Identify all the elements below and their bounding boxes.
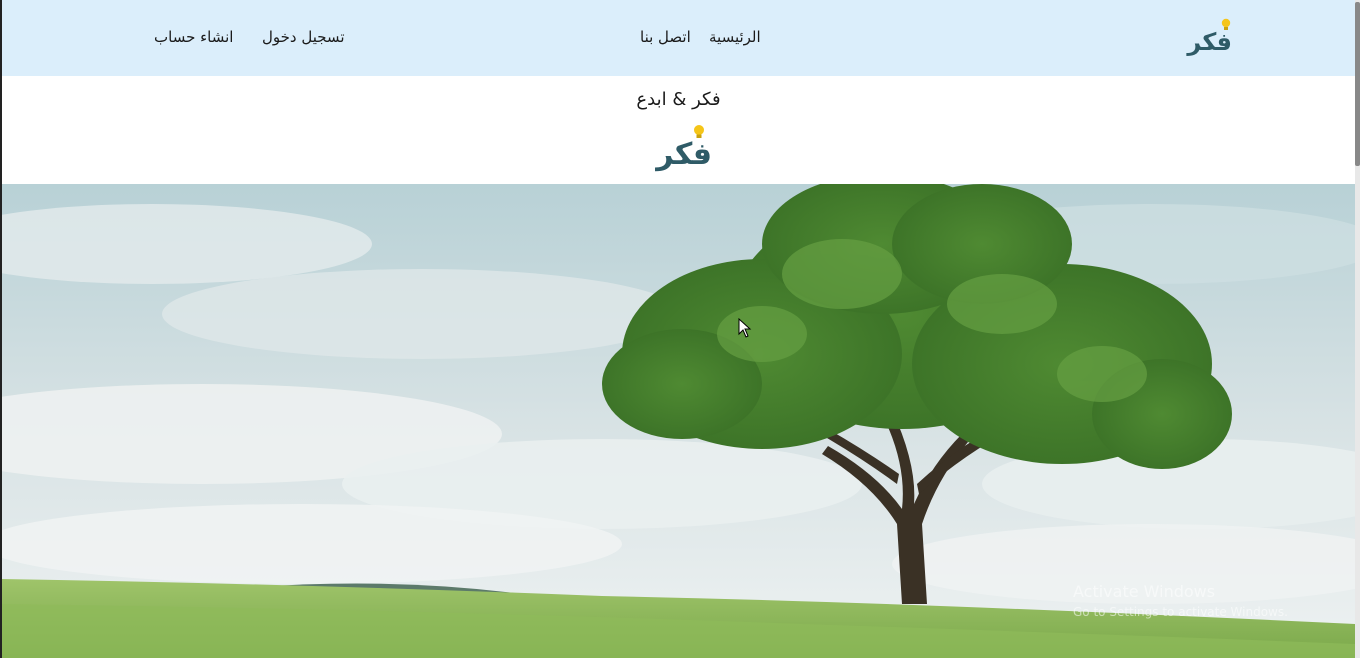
brand-logo[interactable]: فكر [1187, 18, 1232, 54]
brand-name: فكر [1187, 28, 1232, 56]
nav-register-link[interactable]: انشاء حساب [154, 28, 233, 46]
center-logo: فكر [652, 124, 712, 170]
hero-header: فكر & ابدع فكر [2, 76, 1355, 184]
center-logo-text: فكر [656, 137, 712, 172]
scrollbar-thumb[interactable] [1355, 2, 1360, 166]
navbar: فكر الرئيسية اتصل بنا تسجيل دخول انشاء ح… [2, 0, 1355, 76]
mouse-cursor-icon [738, 318, 752, 338]
nav-home-link[interactable]: الرئيسية [709, 28, 761, 46]
page-viewport: فكر الرئيسية اتصل بنا تسجيل دخول انشاء ح… [2, 0, 1355, 658]
tagline: فكر & ابدع [636, 89, 721, 110]
nav-login-link[interactable]: تسجيل دخول [262, 28, 345, 46]
scrollbar[interactable] [1355, 0, 1360, 658]
hero-image [2, 184, 1355, 658]
nav-contact-link[interactable]: اتصل بنا [640, 28, 691, 46]
tree-landscape-image [2, 184, 1355, 658]
